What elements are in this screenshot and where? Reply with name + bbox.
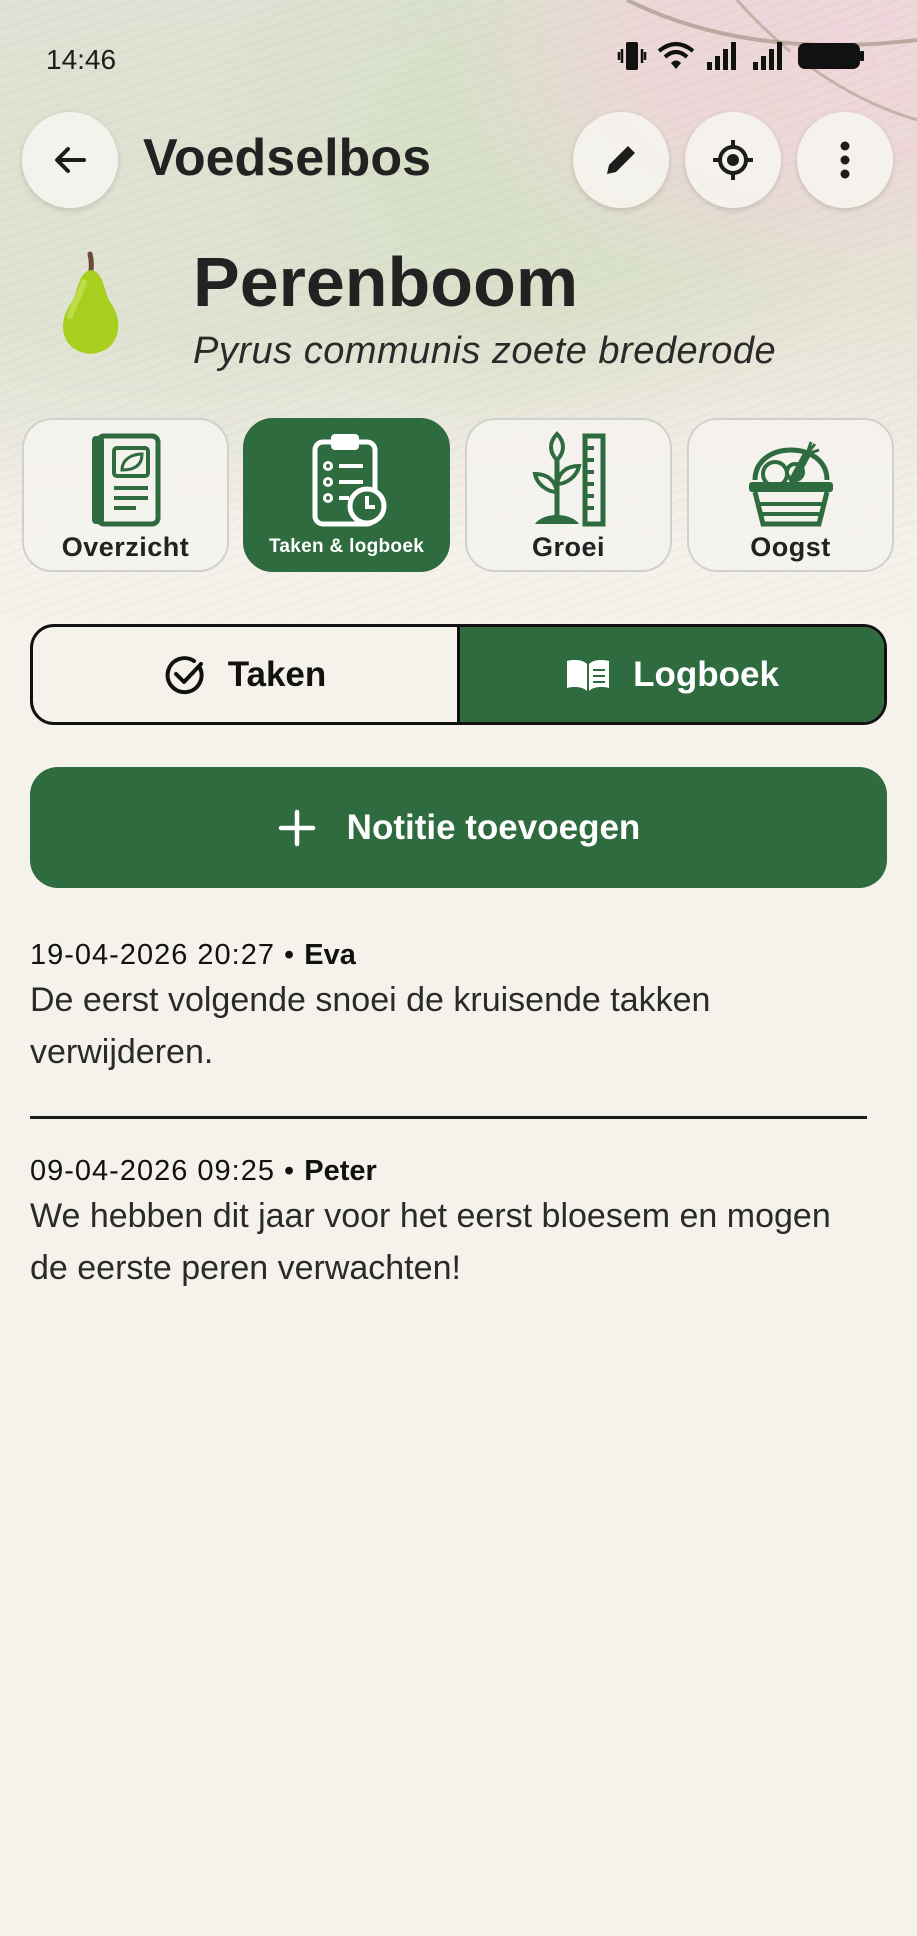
battery-icon	[798, 43, 864, 69]
locate-icon	[713, 140, 753, 180]
edit-button[interactable]	[573, 112, 669, 208]
plant-name: Perenboom	[193, 243, 579, 321]
pear-icon	[63, 251, 119, 354]
log-entry-text: We hebben dit jaar voor het eerst bloese…	[30, 1197, 831, 1287]
tab-groei-label: Groei	[531, 532, 606, 562]
segment-taken-label: Taken	[227, 654, 327, 694]
vibrate-icon	[617, 42, 647, 70]
log-entry-datetime: 09-04-2026 09:25	[30, 1155, 275, 1187]
add-note-button[interactable]: Notitie toevoegen	[30, 767, 887, 888]
segment-logboek-label: Logboek	[633, 654, 779, 694]
segment-taken[interactable]: Taken	[33, 627, 460, 722]
log-entry: 19-04-2026 20:27 • Eva De eerst volgende…	[30, 939, 870, 1078]
tab-taken-logboek[interactable]: Taken & logboek	[243, 418, 450, 572]
more-vertical-icon	[840, 141, 850, 179]
log-entry: 09-04-2026 09:25 • Peter We hebben dit j…	[30, 1155, 870, 1294]
add-note-label: Notitie toevoegen	[346, 807, 641, 847]
log-entry-author: Eva	[304, 939, 356, 971]
tab-taken-logboek-label: Taken & logboek	[268, 536, 425, 557]
segment-logboek[interactable]: Logboek	[460, 627, 884, 722]
entry-divider	[30, 1116, 867, 1119]
open-book-icon	[567, 659, 610, 691]
meta-separator: •	[284, 939, 296, 971]
log-entry-meta: 19-04-2026 20:27 • Eva	[30, 939, 870, 972]
locate-button[interactable]	[685, 112, 781, 208]
tab-groei[interactable]: Groei	[465, 418, 672, 572]
log-entry-author: Peter	[304, 1155, 377, 1187]
tab-oogst-label: Oogst	[750, 532, 831, 562]
meta-separator: •	[284, 1155, 296, 1187]
pencil-icon	[607, 146, 635, 174]
status-time: 14:46	[46, 44, 117, 75]
sprout-ruler-icon	[532, 431, 605, 527]
tab-overzicht[interactable]: Overzicht	[22, 418, 229, 572]
clipboard-clock-icon	[312, 434, 386, 527]
plus-icon	[278, 809, 315, 846]
check-circle-icon	[165, 655, 204, 694]
log-entry-meta: 09-04-2026 09:25 • Peter	[30, 1155, 870, 1188]
status-icons	[617, 40, 865, 72]
more-options-button[interactable]	[797, 112, 893, 208]
log-entry-text: De eerst volgende snoei de kruisende tak…	[30, 981, 711, 1071]
tab-oogst[interactable]: Oogst	[687, 418, 894, 572]
tab-overzicht-label: Overzicht	[61, 532, 190, 562]
log-entry-datetime: 19-04-2026 20:27	[30, 939, 275, 971]
arrow-left-icon	[55, 147, 86, 173]
plant-latin-name: Pyrus communis zoete brederode	[193, 330, 777, 372]
page-title: Voedselbos	[143, 129, 432, 187]
wifi-icon	[657, 42, 695, 69]
back-button[interactable]	[22, 112, 118, 208]
tasks-log-segmented-control: Taken Logboek	[30, 624, 887, 725]
cell-signal-icon	[707, 42, 736, 70]
cell-signal-icon	[753, 42, 782, 70]
notebook-leaf-icon	[91, 433, 160, 527]
harvest-basket-icon	[748, 441, 833, 527]
